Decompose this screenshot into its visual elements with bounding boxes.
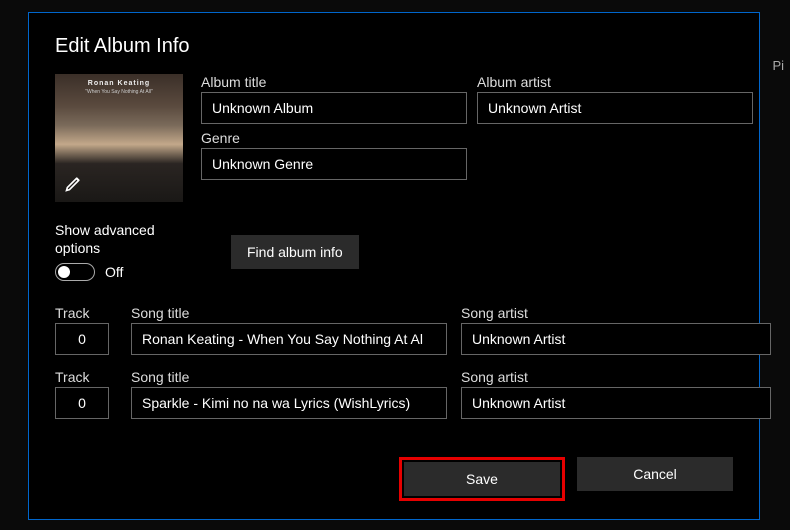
album-artist-label: Album artist [477, 74, 753, 90]
toggle-state-label: Off [105, 264, 123, 280]
album-title-input[interactable] [201, 92, 467, 124]
edit-album-dialog: Edit Album Info Ronan Keating "When You … [28, 12, 760, 520]
save-highlight-box: Save [399, 457, 565, 501]
genre-label: Genre [201, 130, 467, 146]
album-art-subtitle: "When You Say Nothing At All" [55, 89, 183, 95]
album-title-label: Album title [201, 74, 467, 90]
background-text: Pi [772, 58, 784, 73]
genre-input[interactable] [201, 148, 467, 180]
song-title-input[interactable] [131, 323, 447, 355]
save-button[interactable]: Save [404, 462, 560, 496]
track-num-label: Track [55, 305, 117, 321]
track-row: Track Song title Song artist [55, 369, 733, 419]
song-artist-input[interactable] [461, 323, 771, 355]
show-advanced-toggle[interactable] [55, 263, 95, 281]
song-title-label: Song title [131, 305, 447, 321]
song-artist-label: Song artist [461, 369, 771, 385]
show-advanced-label: Show advanced options [55, 222, 183, 257]
album-art[interactable]: Ronan Keating "When You Say Nothing At A… [55, 74, 183, 202]
song-artist-input[interactable] [461, 387, 771, 419]
find-album-info-button[interactable]: Find album info [231, 235, 359, 269]
cancel-button[interactable]: Cancel [577, 457, 733, 491]
track-num-input[interactable] [55, 387, 109, 419]
tracks-list: Track Song title Song artist Track Song … [55, 305, 733, 419]
track-row: Track Song title Song artist [55, 305, 733, 355]
track-num-label: Track [55, 369, 117, 385]
song-artist-label: Song artist [461, 305, 771, 321]
song-title-input[interactable] [131, 387, 447, 419]
edit-art-icon[interactable] [61, 170, 87, 196]
dialog-title: Edit Album Info [55, 35, 733, 58]
album-art-artist: Ronan Keating [55, 80, 183, 87]
song-title-label: Song title [131, 369, 447, 385]
track-num-input[interactable] [55, 323, 109, 355]
toggle-knob [58, 266, 70, 278]
album-artist-input[interactable] [477, 92, 753, 124]
